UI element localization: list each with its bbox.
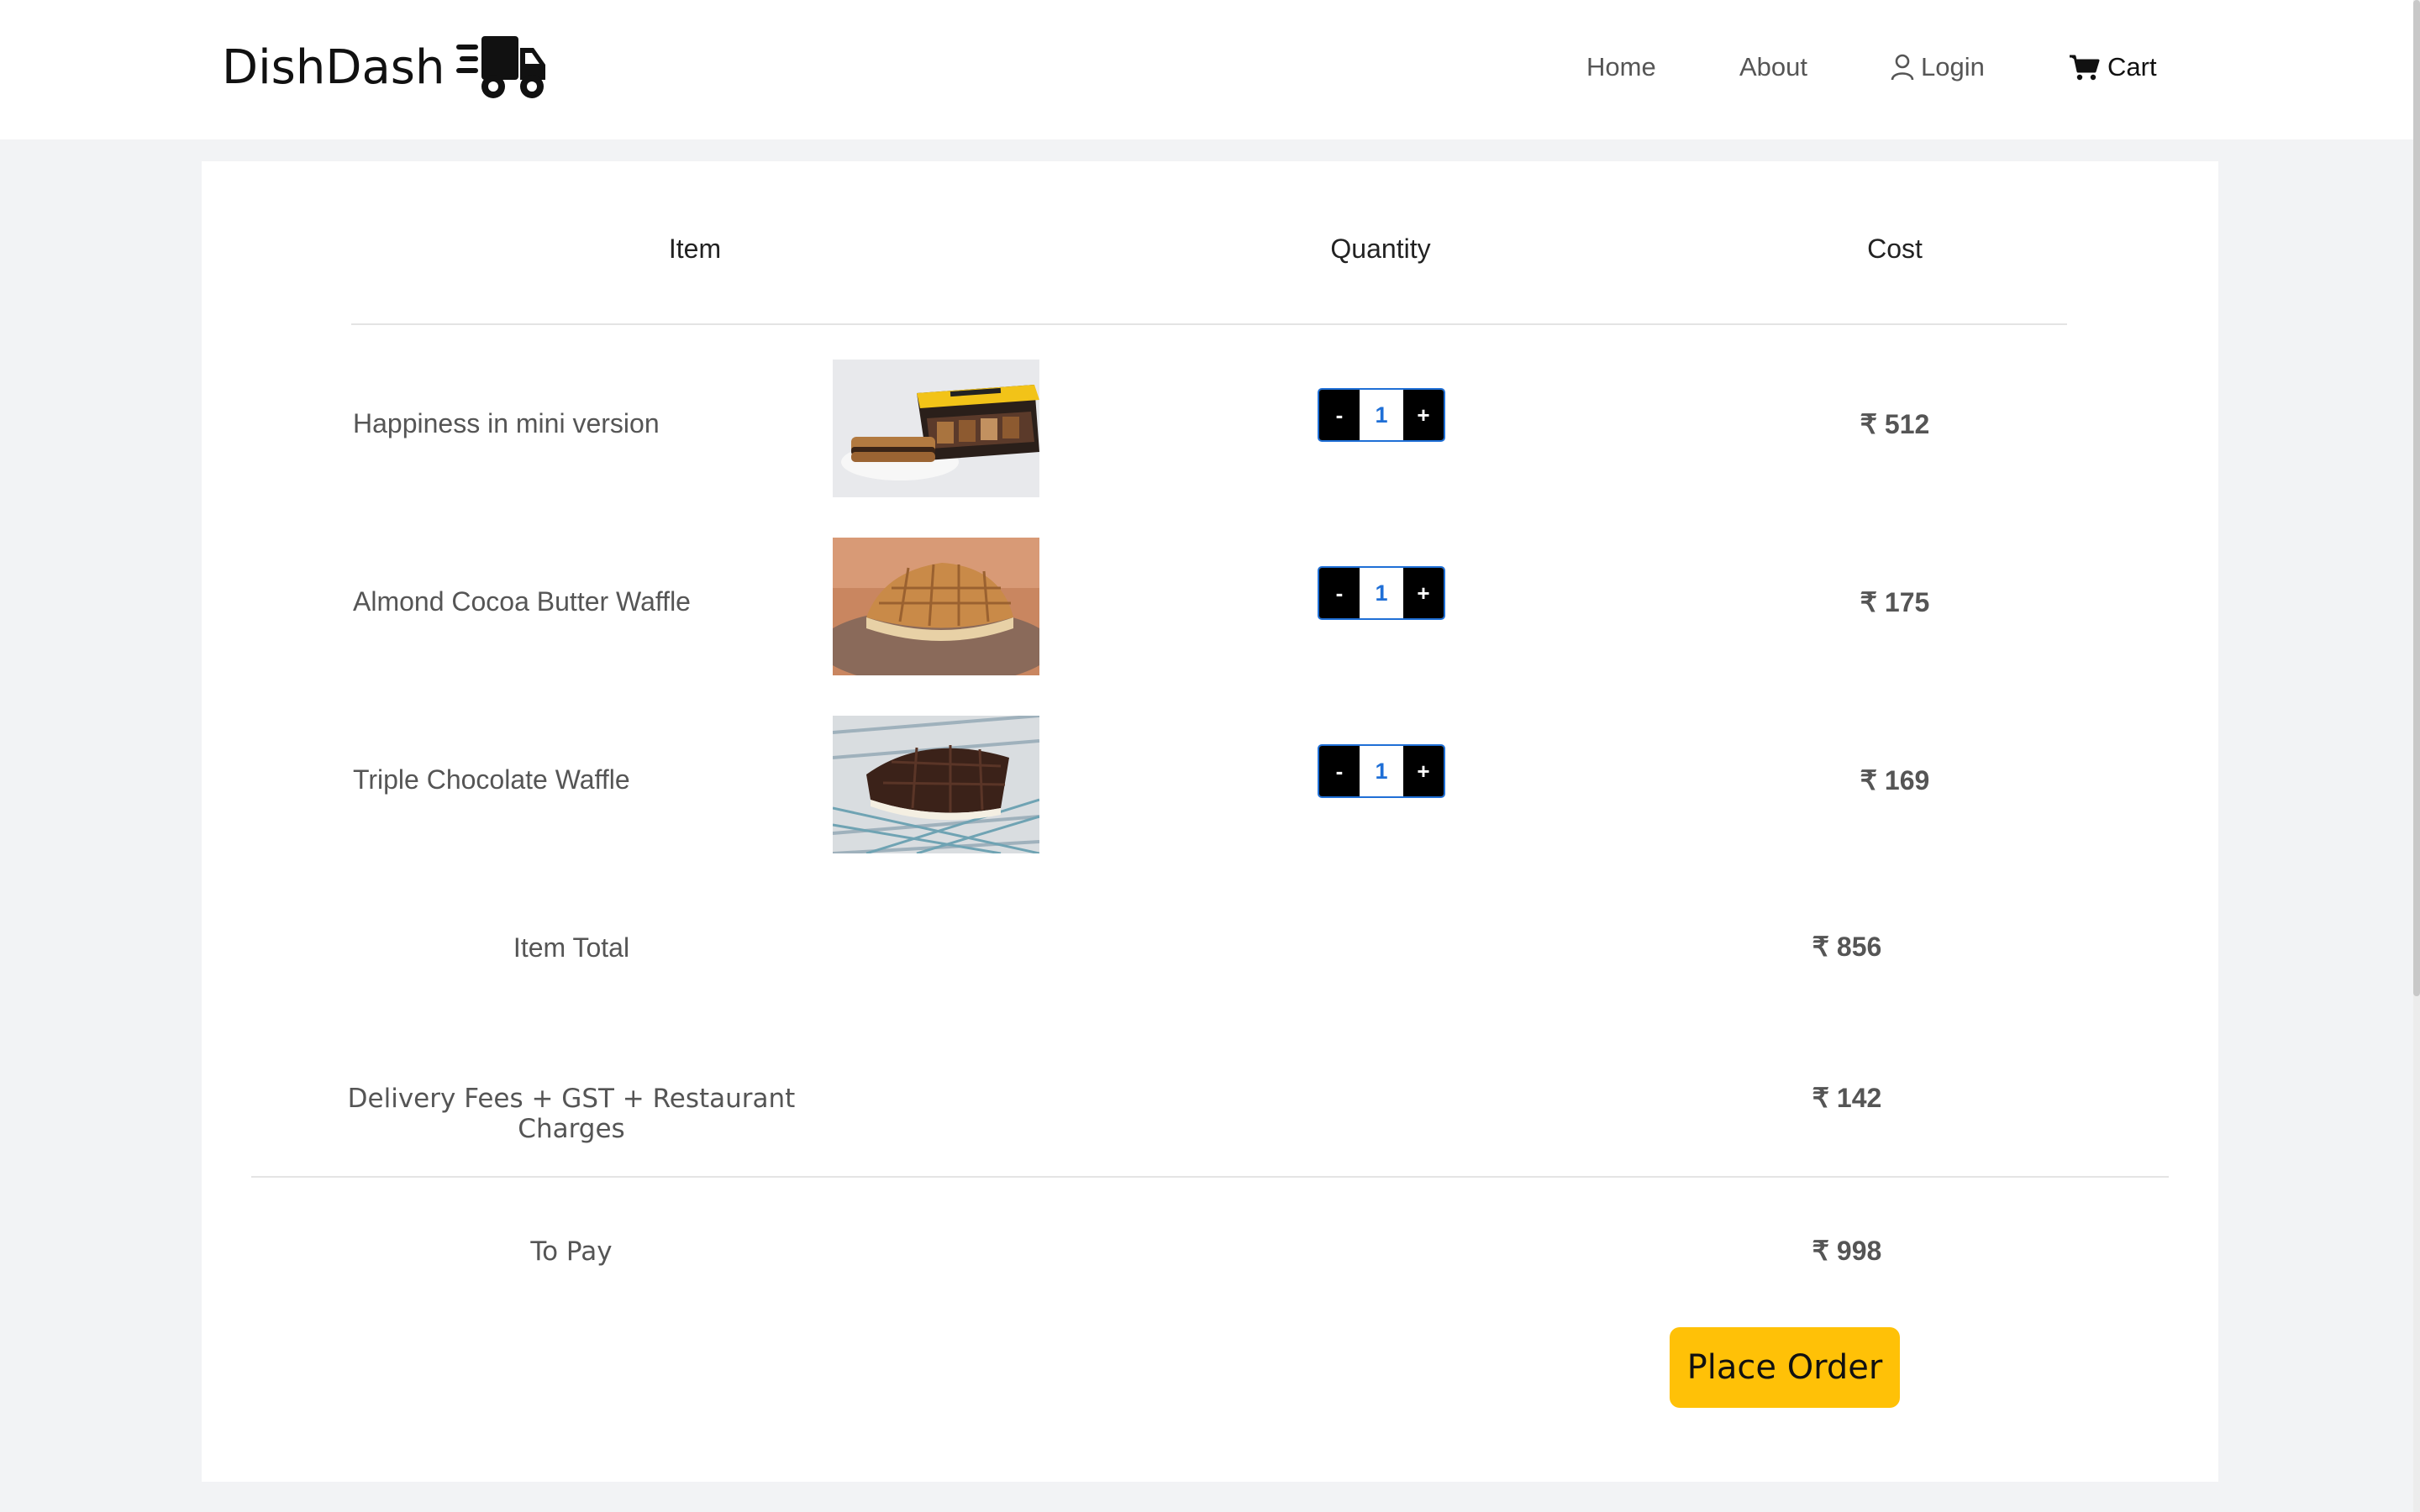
cart-item-row: Happiness in mini version - 1 + ₹ 512 bbox=[202, 360, 2218, 497]
nav-about-label: About bbox=[1739, 52, 1808, 81]
nav-login-label: Login bbox=[1921, 52, 1985, 81]
item-name: Happiness in mini version bbox=[353, 408, 660, 438]
charges-label: Delivery Fees + GST + Restaurant Charges bbox=[347, 1084, 796, 1144]
user-icon bbox=[1891, 54, 1914, 81]
cart-item-row: Triple Chocolate Waffle - 1 + ₹ 169 bbox=[202, 716, 2218, 853]
increment-button[interactable]: + bbox=[1403, 746, 1444, 796]
decrement-button[interactable]: - bbox=[1319, 390, 1360, 440]
cart-item-row: Almond Cocoa Butter Waffle - 1 + ₹ 175 bbox=[202, 538, 2218, 675]
header-divider bbox=[351, 323, 2067, 325]
quantity-stepper[interactable]: - 1 + bbox=[1318, 566, 1445, 620]
column-header-item: Item bbox=[668, 234, 722, 264]
brand-logo[interactable]: DishDash bbox=[222, 25, 547, 109]
almond-waffle-image bbox=[833, 538, 1039, 675]
item-total-label: Item Total bbox=[513, 932, 630, 963]
delivery-truck-icon bbox=[456, 36, 546, 98]
increment-button[interactable]: + bbox=[1403, 568, 1444, 618]
decrement-button[interactable]: - bbox=[1319, 568, 1360, 618]
decrement-button[interactable]: - bbox=[1319, 746, 1360, 796]
nav-about-link[interactable]: About bbox=[1739, 52, 1807, 82]
navbar: DishDash Home About Login Cart bbox=[0, 0, 2413, 139]
quantity-stepper[interactable]: - 1 + bbox=[1318, 388, 1445, 442]
nav-login-link[interactable]: Login bbox=[1891, 52, 1985, 82]
waffle-box-image bbox=[833, 360, 1039, 497]
cart-panel: Item Quantity Cost Happiness in mini ver… bbox=[202, 161, 2218, 1482]
page-scrollbar[interactable] bbox=[2413, 0, 2420, 1512]
to-pay-value: ₹ 998 bbox=[1812, 1236, 1882, 1266]
charges-value: ₹ 142 bbox=[1812, 1083, 1882, 1113]
to-pay-label: To Pay bbox=[530, 1236, 613, 1267]
item-cost: ₹ 175 bbox=[1860, 587, 1930, 617]
quantity-value: 1 bbox=[1360, 390, 1403, 440]
nav-home-link[interactable]: Home bbox=[1586, 52, 1656, 82]
quantity-value: 1 bbox=[1360, 746, 1403, 796]
summary-divider bbox=[251, 1176, 2169, 1178]
item-cost: ₹ 512 bbox=[1860, 409, 1930, 439]
item-name: Triple Chocolate Waffle bbox=[353, 764, 630, 795]
item-total-value: ₹ 856 bbox=[1812, 932, 1882, 962]
place-order-button[interactable]: Place Order bbox=[1670, 1327, 1900, 1408]
chocolate-waffle-image bbox=[833, 716, 1039, 853]
item-name: Almond Cocoa Butter Waffle bbox=[353, 586, 691, 617]
nav-home-label: Home bbox=[1586, 52, 1656, 81]
brand-name: DishDash bbox=[222, 39, 445, 95]
cart-icon bbox=[2070, 55, 2100, 81]
quantity-value: 1 bbox=[1360, 568, 1403, 618]
nav-cart-label: Cart bbox=[2107, 52, 2157, 81]
increment-button[interactable]: + bbox=[1403, 390, 1444, 440]
quantity-stepper[interactable]: - 1 + bbox=[1318, 744, 1445, 798]
column-header-quantity: Quantity bbox=[1330, 234, 1431, 264]
column-header-cost: Cost bbox=[1867, 234, 1923, 264]
scrollbar-thumb[interactable] bbox=[2413, 0, 2420, 996]
item-cost: ₹ 169 bbox=[1860, 765, 1930, 795]
nav-cart-link[interactable]: Cart bbox=[2069, 52, 2157, 82]
